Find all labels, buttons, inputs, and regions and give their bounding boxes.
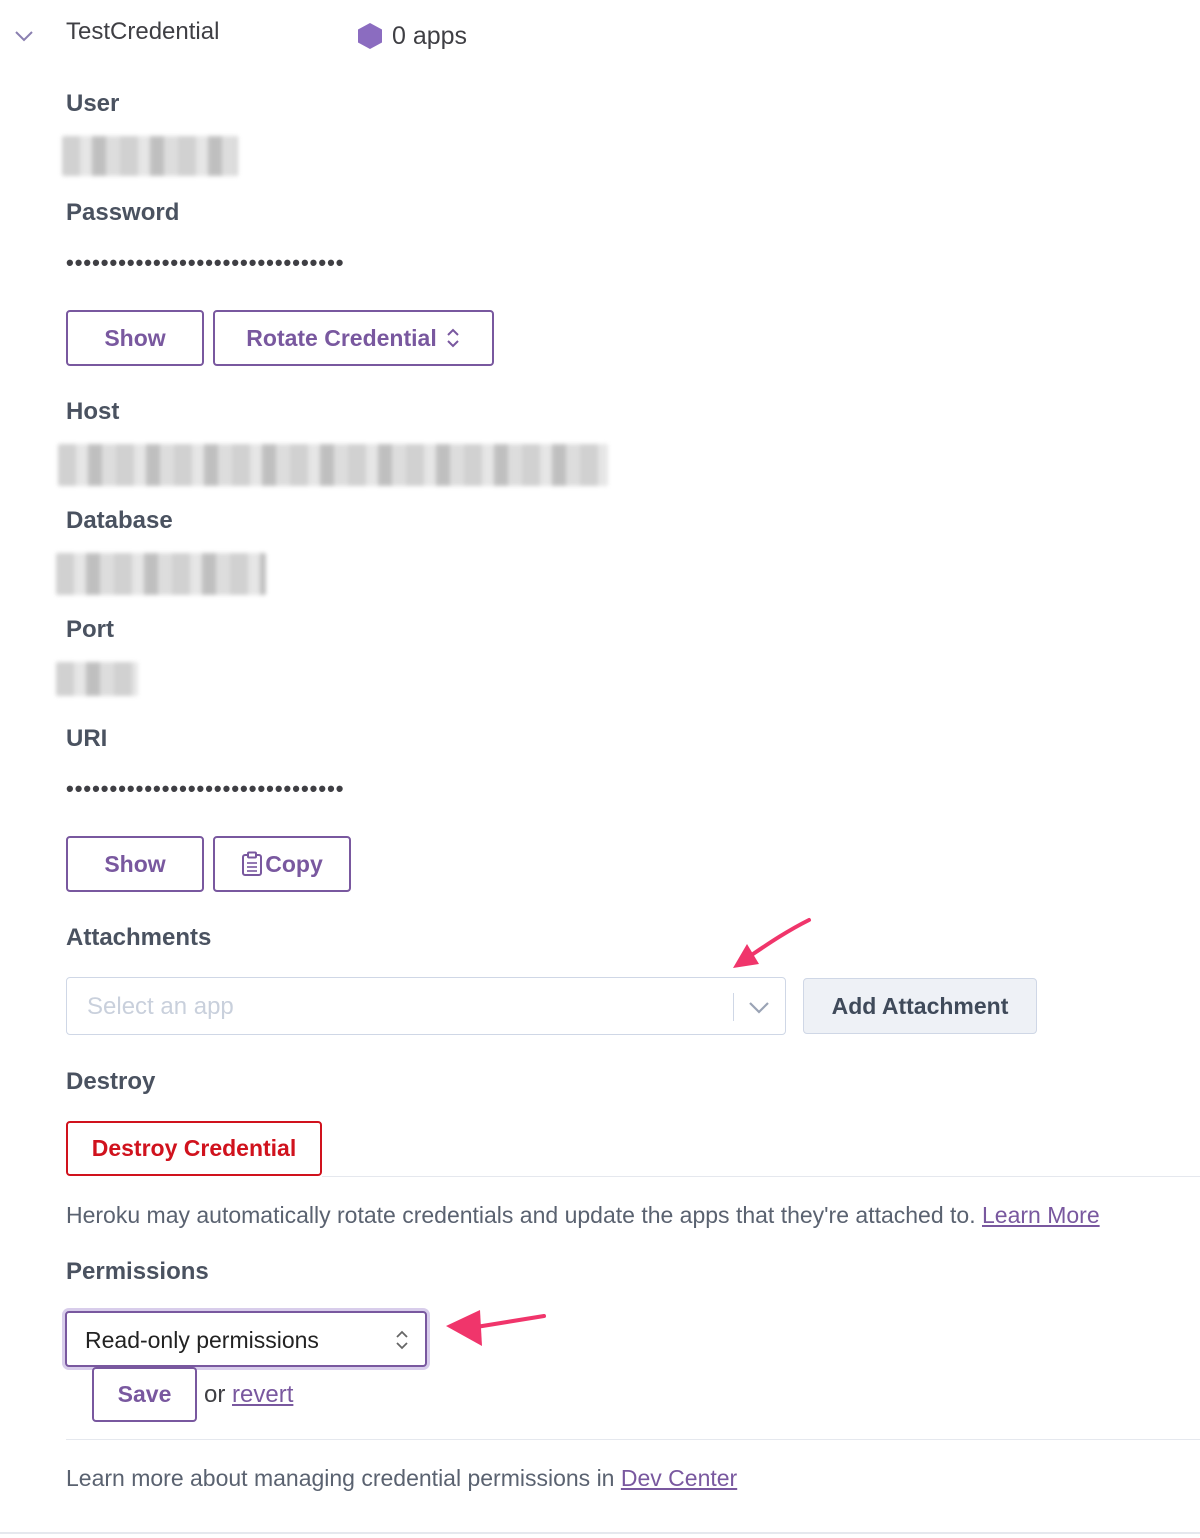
annotation-arrow-icon [446,1310,546,1346]
rotate-credential-label: Rotate Credential [246,324,437,351]
permissions-select[interactable]: Read-only permissions [65,1311,427,1367]
host-label: Host [66,398,120,425]
credential-name: TestCredential [66,18,220,45]
uri-value: •••••••••••••••••••••••••••••••• [66,776,345,801]
permissions-label: Permissions [66,1258,209,1285]
show-password-button[interactable]: Show [66,310,204,366]
add-attachment-button[interactable]: Add Attachment [803,978,1037,1034]
rotate-credential-button[interactable]: Rotate Credential [213,310,494,366]
show-password-label: Show [104,324,166,351]
destroy-credential-label: Destroy Credential [91,1135,297,1161]
select-app-placeholder: Select an app [87,993,234,1020]
port-value-redacted [56,662,138,696]
copy-button[interactable]: Copy [213,836,351,892]
clipboard-icon [242,851,263,876]
addon-hexagon-icon [358,23,382,49]
annotation-arrow-icon [733,918,811,968]
password-label: Password [66,199,180,226]
footer-note: Learn more about managing credential per… [66,1465,737,1492]
add-attachment-label: Add Attachment [831,992,1009,1019]
revert-link[interactable]: revert [232,1381,293,1408]
dropdown-separator [733,993,734,1021]
password-value: •••••••••••••••••••••••••••••••• [66,250,345,275]
port-label: Port [66,616,114,643]
chevron-down-icon[interactable] [747,996,771,1018]
divider [322,1176,1200,1177]
learn-more-link[interactable]: Learn More [982,1202,1100,1228]
show-uri-button[interactable]: Show [66,836,204,892]
host-value-redacted [58,444,608,486]
database-label: Database [66,507,173,534]
select-app-dropdown[interactable]: Select an app [66,977,786,1035]
save-label: Save [117,1381,172,1407]
up-down-chevron-icon [447,328,459,348]
attachments-label: Attachments [66,924,212,951]
user-label: User [66,90,120,117]
copy-label: Copy [265,850,323,877]
permissions-selected-value: Read-only permissions [85,1327,319,1353]
divider [66,1439,1200,1440]
or-revert: or revert [204,1381,293,1409]
show-uri-label: Show [104,850,166,877]
chevron-down-icon[interactable] [12,24,36,48]
footer-note-text: Learn more about managing credential per… [66,1465,615,1491]
rotation-note: Heroku may automatically rotate credenti… [66,1202,1100,1229]
dev-center-link[interactable]: Dev Center [621,1465,737,1491]
rotation-note-text: Heroku may automatically rotate credenti… [66,1202,976,1228]
or-text: or [204,1381,226,1408]
bottom-divider [0,1532,1200,1534]
uri-label: URI [66,725,108,752]
credential-header[interactable]: TestCredential 0 apps [0,0,1200,70]
database-value-redacted [56,553,266,595]
up-down-chevron-icon [396,1330,408,1350]
destroy-label: Destroy [66,1068,156,1095]
save-button[interactable]: Save [92,1367,197,1422]
apps-count: 0 apps [392,22,468,50]
destroy-credential-button[interactable]: Destroy Credential [66,1121,322,1176]
user-value-redacted [62,136,238,176]
